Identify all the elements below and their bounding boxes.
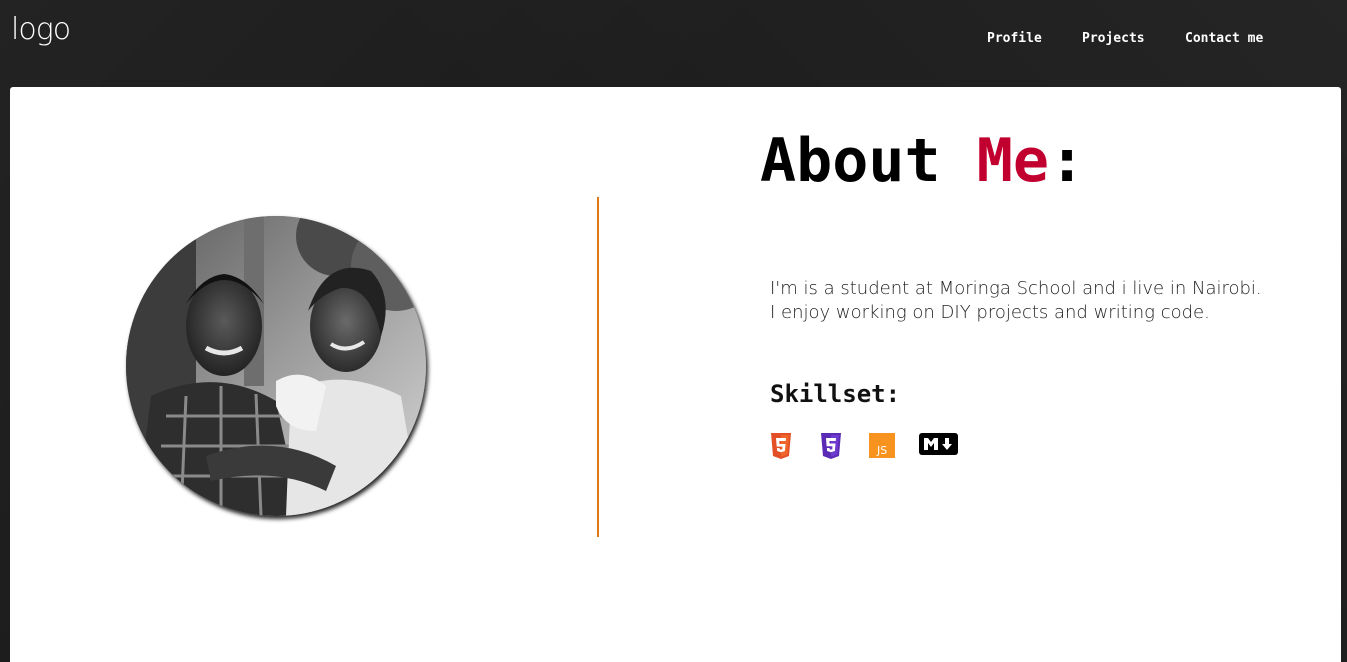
profile-photo — [126, 216, 426, 516]
site-logo[interactable]: logo — [11, 12, 71, 48]
bio-line: I'm is a student at Moringa School and i… — [770, 278, 1262, 299]
profile-photo-image — [126, 216, 426, 516]
bio-text: I'm is a student at Moringa School and i… — [770, 277, 1262, 325]
javascript-icon: JS — [869, 433, 895, 458]
bio-line: I enjoy working on DIY projects and writ… — [770, 302, 1210, 323]
css3-icon — [821, 433, 841, 459]
about-card: About Me: I'm is a student at Moringa Sc… — [10, 87, 1341, 662]
nav-link-projects[interactable]: Projects — [1082, 31, 1145, 47]
javascript-icon-label: JS — [876, 444, 887, 457]
nav-link-profile[interactable]: Profile — [987, 31, 1042, 47]
markdown-icon — [919, 433, 958, 455]
about-heading-accent: Me — [976, 126, 1049, 196]
html5-icon — [771, 433, 791, 459]
about-heading: About Me: — [760, 125, 1085, 197]
about-heading-colon: : — [1049, 126, 1086, 196]
about-heading-main: About — [760, 126, 977, 196]
site-header: logo Profile Projects Contact me — [0, 0, 1347, 84]
skillset-heading: Skillset: — [770, 380, 901, 408]
vertical-divider — [597, 197, 599, 537]
nav-link-contact-me[interactable]: Contact me — [1185, 31, 1263, 47]
